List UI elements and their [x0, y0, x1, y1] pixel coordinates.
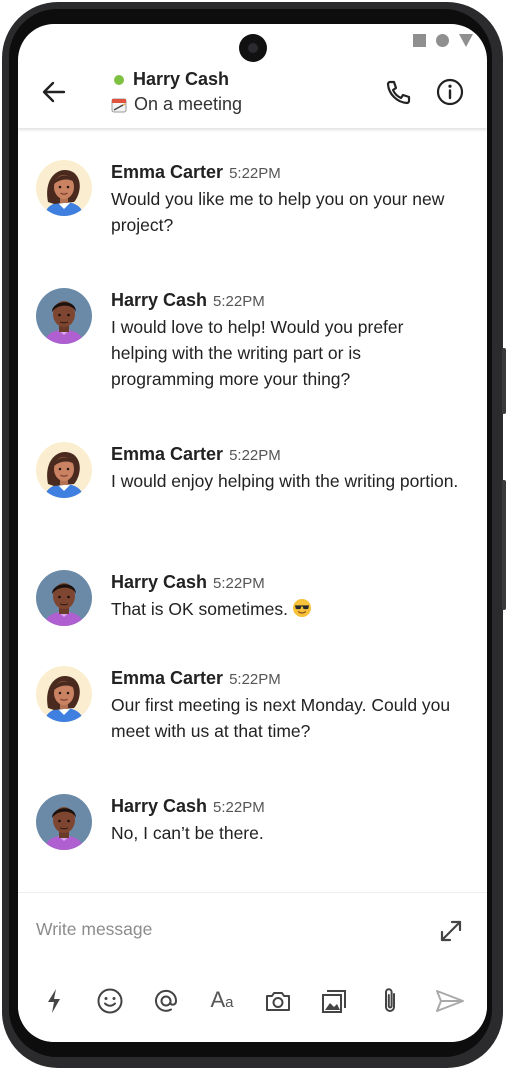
message-sender: Harry Cash	[111, 796, 208, 816]
square-icon	[413, 34, 426, 47]
message-time: 5:22PM	[229, 671, 281, 688]
message-time: 5:22PM	[229, 165, 281, 182]
text-format-icon: Aa	[210, 986, 234, 1012]
info-button[interactable]	[435, 77, 465, 107]
contact-status-row: On a meeting	[111, 94, 242, 115]
calendar-icon	[111, 98, 127, 112]
online-status-dot	[114, 74, 124, 85]
message-text: Would you like me to help you on your ne…	[111, 189, 445, 235]
avatar-emma-carter	[36, 442, 92, 498]
info-circle-icon	[436, 78, 464, 106]
phone-volume-button	[502, 348, 506, 414]
paperclip-icon	[385, 988, 395, 1012]
camera-button[interactable]	[262, 985, 294, 1017]
message-sender: Harry Cash	[111, 572, 208, 592]
system-status-icons	[413, 34, 473, 47]
avatar-emma-carter	[36, 160, 92, 216]
avatar-harry-cash	[36, 794, 92, 850]
phone-icon	[386, 80, 411, 105]
message-time: 5:22PM	[213, 799, 265, 816]
avatar-emma-carter	[36, 666, 92, 722]
message-time: 5:22PM	[213, 293, 265, 310]
call-button[interactable]	[384, 77, 414, 107]
smiley-icon	[97, 988, 123, 1014]
message-list: Emma Carter 5:22PM Would you like me to …	[18, 130, 487, 892]
app-screen: Harry Cash On a meeting Emma Carter 5:22…	[18, 24, 487, 1042]
arrow-left-icon	[42, 81, 66, 103]
gallery-button[interactable]	[318, 985, 350, 1017]
phone-power-button	[502, 480, 506, 610]
sunglasses-emoji-icon	[293, 599, 311, 617]
message-sender: Emma Carter	[111, 444, 224, 464]
chat-header: Harry Cash On a meeting	[18, 64, 487, 128]
send-arrow-icon	[436, 990, 464, 1012]
message-text: Our first meeting is next Monday. Could …	[111, 695, 451, 741]
image-icon	[322, 990, 346, 1013]
message-text-row: That is OK sometimes.	[111, 596, 461, 622]
message-input[interactable]	[36, 915, 416, 943]
triangle-icon	[459, 34, 473, 47]
message-sender: Harry Cash	[111, 290, 208, 310]
attach-button[interactable]	[374, 985, 406, 1017]
send-button[interactable]	[434, 985, 466, 1017]
message-time: 5:22PM	[213, 575, 265, 592]
emoji-button[interactable]	[94, 985, 126, 1017]
message-text: I would love to help! Would you prefer h…	[111, 317, 404, 389]
expand-diagonal-icon	[440, 920, 462, 942]
message-sender: Emma Carter	[111, 162, 224, 182]
camera-icon	[266, 992, 290, 1011]
message-composer: Aa	[18, 892, 487, 1042]
message-time: 5:22PM	[229, 447, 281, 464]
message-text: That is OK sometimes.	[111, 599, 288, 619]
message-sender: Emma Carter	[111, 668, 224, 688]
text-format-button[interactable]: Aa	[206, 985, 238, 1017]
contact-name-row[interactable]: Harry Cash	[114, 69, 229, 90]
front-camera	[239, 34, 267, 62]
back-button[interactable]	[40, 78, 68, 106]
avatar-harry-cash	[36, 570, 92, 626]
quick-action-button[interactable]	[38, 985, 70, 1017]
mention-button[interactable]	[150, 985, 182, 1017]
composer-toolbar: Aa	[18, 985, 487, 1025]
circle-icon	[436, 34, 449, 47]
contact-status-text: On a meeting	[134, 94, 243, 114]
contact-name: Harry Cash	[133, 69, 230, 89]
message-text: No, I can’t be there.	[111, 823, 264, 843]
at-sign-icon	[155, 989, 178, 1012]
message-input-area	[18, 893, 487, 963]
message-text: I would enjoy helping with the writing p…	[111, 471, 459, 491]
lightning-bolt-icon	[48, 989, 60, 1013]
avatar-harry-cash	[36, 288, 92, 344]
expand-composer-button[interactable]	[437, 917, 465, 945]
